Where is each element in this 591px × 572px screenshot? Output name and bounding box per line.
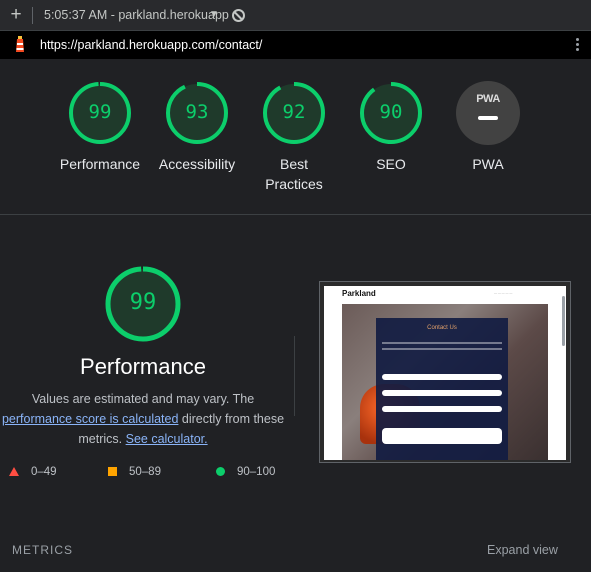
performance-title: Performance	[80, 354, 206, 379]
url-bar: https://parkland.herokuapp.com/contact/	[0, 31, 591, 59]
expand-view-button[interactable]: Expand view	[487, 543, 558, 557]
form-line	[382, 342, 502, 344]
divider	[294, 336, 295, 416]
block-icon[interactable]	[232, 9, 245, 22]
form-line	[382, 348, 502, 350]
gauge-score: 93	[185, 101, 209, 123]
desc-text: metrics.	[78, 432, 126, 446]
gauge-best-practices[interactable]: 92 Best Practices	[246, 81, 342, 194]
legend-label: 0–49	[31, 466, 57, 478]
screenshot-form-title: Contact Us	[427, 325, 457, 331]
circle-icon	[216, 467, 225, 477]
legend-average: 50–89	[108, 466, 161, 478]
screenshot-form: Contact Us	[376, 318, 508, 460]
legend-fail: 0–49	[9, 466, 57, 478]
form-field	[382, 390, 502, 396]
kebab-menu-icon[interactable]	[576, 38, 580, 54]
screenshot-page: Parkland — — — — — Contact Us	[324, 286, 566, 460]
legend-label: 50–89	[129, 466, 161, 478]
performance-section: 99 Performance Values are estimated and …	[0, 216, 591, 572]
toolbar-divider	[32, 7, 33, 24]
performance-score: 99	[129, 290, 157, 315]
page-url[interactable]: https://parkland.herokuapp.com/contact/	[40, 38, 262, 52]
chevron-down-icon[interactable]: ▼	[209, 9, 219, 20]
plus-icon[interactable]: +	[9, 5, 23, 25]
lighthouse-icon	[16, 36, 24, 52]
desc-text: Values are estimated and may vary. The	[31, 392, 255, 406]
pwa-badge-icon: PWA	[456, 81, 520, 145]
score-summary: 99 Performance 93 Accessibility 92 Best …	[0, 59, 591, 215]
gauge-label: SEO	[376, 156, 406, 172]
pwa-dash	[478, 116, 498, 120]
legend-label: 90–100	[237, 466, 276, 478]
report-timestamp[interactable]: 5:05:37 AM - parkland.herokuapp	[44, 8, 229, 22]
gauge-label: Accessibility	[158, 156, 236, 172]
form-textarea	[382, 428, 502, 444]
screenshot-photo: Contact Us	[342, 304, 548, 460]
see-calculator-link[interactable]: See calculator.	[126, 432, 208, 446]
gauge-label: PWA	[472, 156, 504, 172]
final-screenshot[interactable]: Parkland — — — — — Contact Us	[319, 281, 571, 463]
square-icon	[108, 467, 117, 477]
gauge-seo[interactable]: 90 SEO	[343, 81, 439, 174]
desc-text: directly from these	[178, 412, 285, 426]
gauge-label: Best Practices	[265, 156, 323, 192]
form-field	[382, 374, 502, 380]
legend-pass: 90–100	[216, 466, 275, 478]
form-field	[382, 406, 502, 412]
gauge-score: 90	[379, 101, 403, 123]
pwa-badge-text: PWA	[476, 93, 500, 105]
screenshot-brand: Parkland	[342, 289, 376, 298]
gauge-pwa[interactable]: PWA PWA	[440, 81, 536, 174]
triangle-icon	[9, 467, 19, 477]
gauge-accessibility[interactable]: 93 Accessibility	[149, 81, 245, 174]
metrics-heading: METRICS	[12, 543, 73, 557]
score-calculated-link[interactable]: performance score is calculated	[2, 412, 178, 426]
screenshot-scrollbar	[562, 296, 565, 346]
report-toolbar: + 5:05:37 AM - parkland.herokuapp ▼	[0, 0, 591, 31]
gauge-score: 92	[282, 101, 306, 123]
performance-description: Values are estimated and may vary. The p…	[0, 389, 286, 449]
gauge-performance[interactable]: 99 Performance	[52, 81, 148, 174]
gauge-score: 99	[88, 101, 112, 123]
performance-gauge: 99	[105, 266, 181, 342]
screenshot-nav: — — — — —	[494, 291, 513, 295]
gauge-label: Performance	[59, 156, 141, 172]
